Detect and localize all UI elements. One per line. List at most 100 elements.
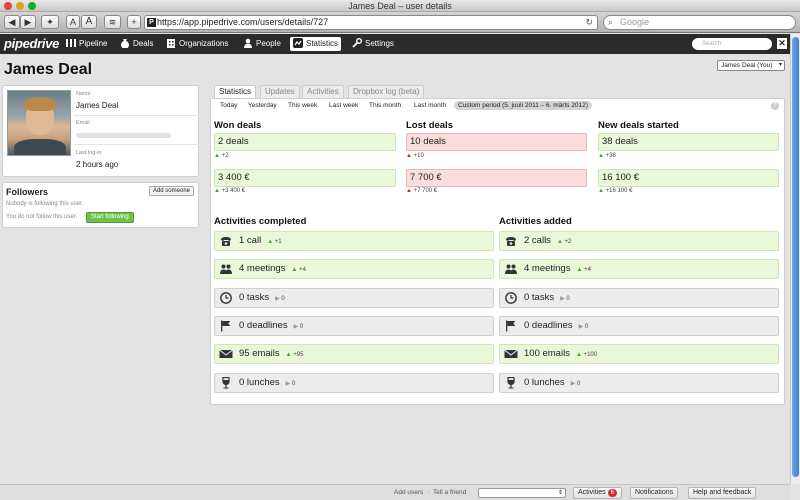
help-icon[interactable]: ? [771, 102, 779, 110]
envelope-icon [504, 349, 518, 359]
trend-up-icon: ▲ [267, 239, 275, 245]
pipedrive-favicon-icon: P [147, 18, 156, 27]
activity-count: 100 emails [524, 348, 570, 360]
window-title: James Deal – user details [348, 1, 452, 11]
period-last-month[interactable]: Last month [414, 102, 446, 109]
activity-row: 1 call ▲ +1 [214, 231, 494, 251]
footer-select[interactable]: ⇕ [478, 488, 566, 498]
add-users-link[interactable]: Add users [394, 489, 423, 496]
period-this-month[interactable]: This month [369, 102, 401, 109]
followers-title: Followers [6, 187, 49, 197]
organizations-icon [167, 39, 175, 48]
web-search-input[interactable]: ⌕ Google [603, 15, 796, 30]
scrollbar-thumb[interactable] [792, 37, 799, 477]
activity-row: 0 deadlines ▶ 0 [214, 315, 494, 336]
help-and-feedback-button[interactable]: Help and feedback [688, 487, 757, 499]
activity-count: 1 call [239, 235, 262, 246]
activity-delta: ▲ +4 [291, 267, 306, 274]
lost-deals-value: 7 700 € [406, 169, 587, 187]
back-button[interactable]: ◀ [4, 15, 20, 29]
followers-card: Followers Add someone Nobody is followin… [2, 182, 199, 228]
period-yesterday[interactable]: Yesterday [248, 102, 277, 109]
activity-delta: ▲ +95 [285, 352, 304, 359]
app-search-placeholder: Search [702, 41, 722, 47]
won-deals-count: 2 deals [214, 133, 396, 151]
vertical-scrollbar[interactable] [790, 34, 800, 484]
new-deals-count-delta: ▲ +38 [598, 153, 616, 159]
nav-pipeline[interactable]: Pipeline [63, 37, 110, 51]
cursor-icon: ✦ [46, 17, 54, 27]
clock-icon [505, 291, 517, 304]
activity-row: 0 lunches ▶ 0 [214, 372, 494, 393]
trend-up-icon: ▲ [598, 188, 604, 194]
period-this-week[interactable]: This week [288, 102, 317, 109]
user-select[interactable]: James Deal (You) ▾ [717, 60, 785, 71]
new-deals-value: 16 100 € [598, 169, 779, 187]
period-custom[interactable]: Custom period (5. juuli 2011 – 6. märts … [454, 101, 592, 110]
nav-people-label: People [256, 39, 281, 48]
nav-deals[interactable]: Deals [117, 37, 156, 51]
tab-statistics[interactable]: Statistics [214, 85, 257, 99]
phone-icon [221, 237, 231, 246]
close-icon[interactable]: ✕ [777, 38, 787, 49]
app-search-input[interactable]: Search [692, 38, 772, 50]
period-last-week[interactable]: Last week [329, 102, 358, 109]
url-text: https://app.pipedrive.com/users/details/… [157, 17, 329, 27]
last-login-label: Last log-in [76, 150, 102, 156]
activity-count: 0 lunches [524, 376, 565, 388]
start-following-button[interactable]: Start following [86, 212, 134, 223]
activity-count: 0 deadlines [524, 319, 573, 331]
bigger-text-button[interactable]: A [81, 15, 97, 29]
reload-icon[interactable]: ↻ [585, 16, 593, 29]
wine-glass-icon [222, 376, 230, 388]
activity-row: 0 tasks ▶ 0 [499, 287, 779, 308]
small-a-icon: A [69, 17, 76, 27]
email-label: Email [76, 120, 90, 126]
flag-icon [221, 320, 231, 332]
notifications-button[interactable]: Notifications [630, 487, 679, 499]
activity-row: 95 emails ▲ +95 [214, 344, 494, 365]
activity-delta: ▶ 0 [570, 380, 581, 387]
tab-updates[interactable]: Updates [260, 85, 300, 98]
add-someone-button[interactable]: Add someone [148, 186, 194, 196]
activity-delta: ▶ 0 [560, 295, 570, 302]
tab-activities[interactable]: Activities [302, 85, 344, 98]
activity-delta: ▲ +2 [556, 239, 572, 245]
safari-extension-button[interactable]: ✦ [41, 15, 59, 29]
smaller-text-button[interactable]: A [66, 15, 80, 29]
nav-organizations[interactable]: Organizations [163, 37, 231, 51]
nav-people[interactable]: People [240, 37, 284, 51]
bookmarks-button[interactable]: ≋ [104, 15, 121, 29]
won-deals-value: 3 400 € [214, 169, 396, 187]
no-followers-text: Nobody is following this user. [6, 201, 84, 207]
envelope-icon [219, 349, 233, 359]
settings-icon [352, 38, 362, 48]
not-following-text: You do not follow this user. [6, 214, 78, 220]
flag-icon [506, 320, 516, 332]
address-bar[interactable]: P https://app.pipedrive.com/users/detail… [144, 15, 598, 30]
nav-settings[interactable]: Settings [349, 37, 397, 51]
activity-row: 0 tasks ▶ 0 [214, 287, 494, 308]
activity-delta: ▶ 0 [285, 380, 296, 387]
activity-row: 4 meetings ▲ +4 [214, 259, 494, 280]
page-title: James Deal [4, 61, 93, 78]
activities-button[interactable]: Activities 6 [573, 487, 622, 499]
tab-dropbox-log[interactable]: Dropbox log (beta) [348, 85, 425, 98]
dropdown-caret-icon: ⇕ [557, 490, 563, 496]
activity-count: 95 emails [239, 348, 280, 360]
pipedrive-logo[interactable]: pipedrive [4, 36, 59, 51]
divider [74, 144, 199, 145]
footer-bar: Add users · Tell a friend ⇕ Activities 6 … [0, 484, 790, 500]
nav-settings-label: Settings [365, 39, 394, 48]
nav-deals-label: Deals [133, 39, 154, 48]
activity-count: 0 tasks [524, 291, 555, 303]
last-login-value: 2 hours ago [76, 160, 119, 169]
email-value-redacted [76, 133, 171, 138]
add-bookmark-button[interactable]: + [127, 15, 141, 29]
forward-button[interactable]: ▶ [20, 15, 36, 29]
tell-a-friend-link[interactable]: Tell a friend [433, 489, 466, 496]
name-label: Name [76, 91, 91, 97]
divider [74, 115, 199, 116]
nav-statistics[interactable]: Statistics [290, 37, 342, 51]
period-today[interactable]: Today [220, 102, 237, 109]
